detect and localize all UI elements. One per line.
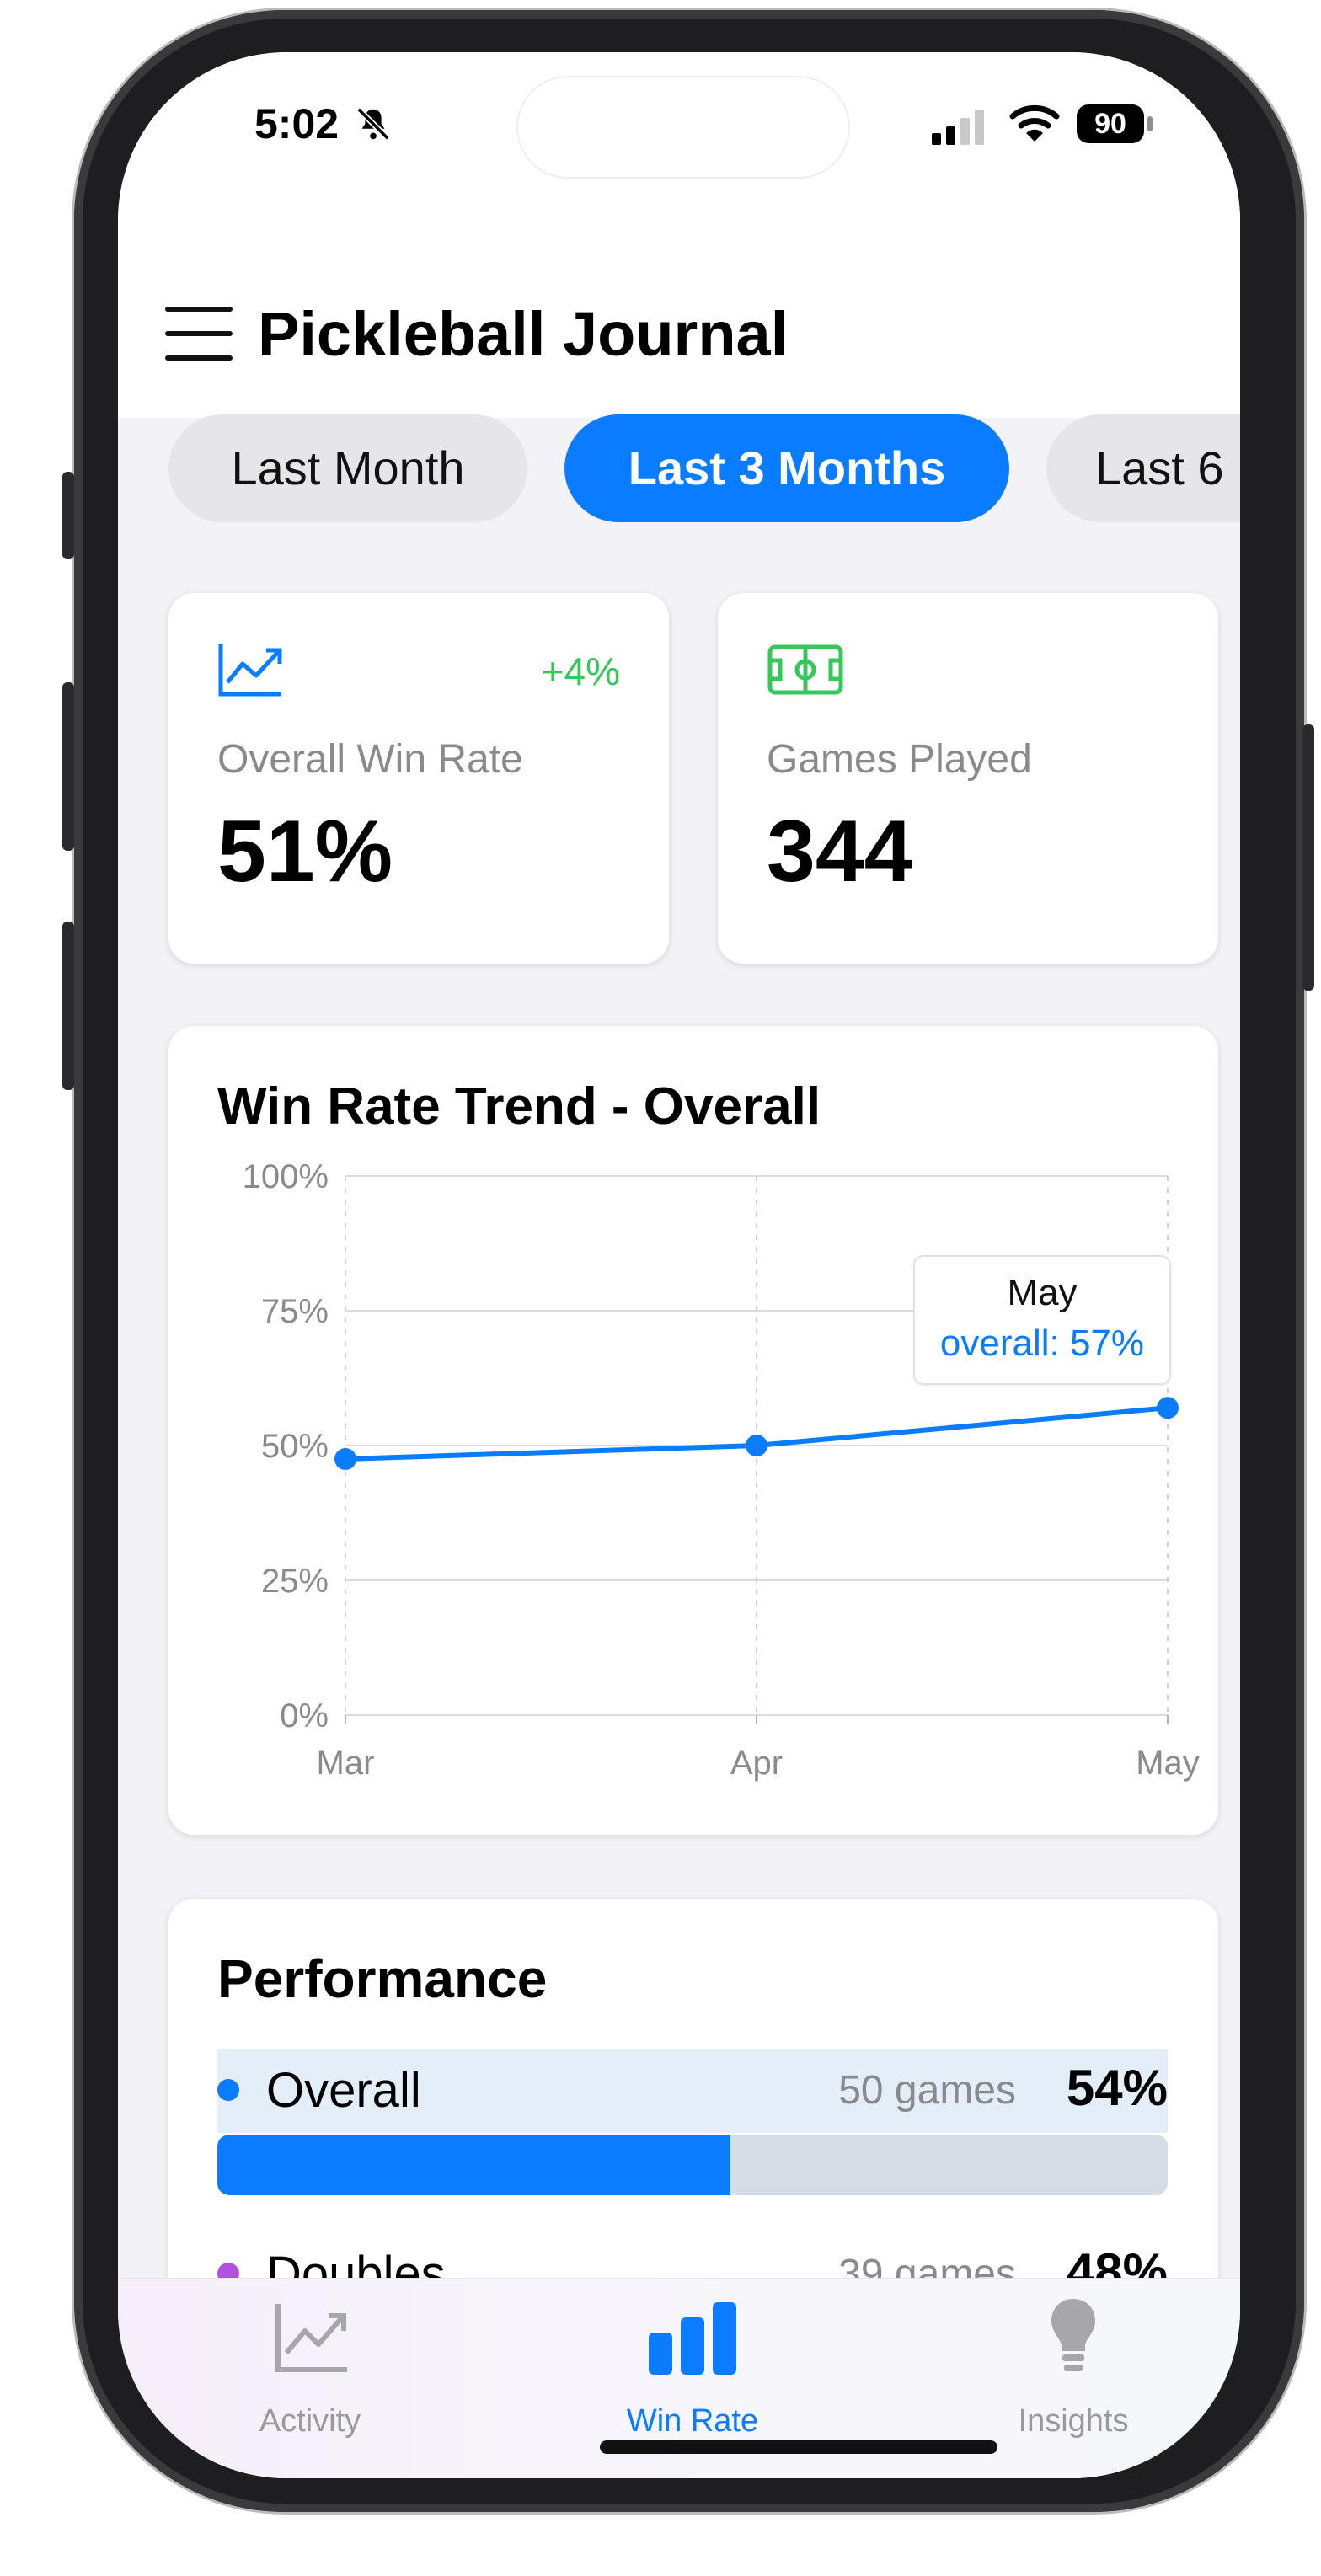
- win-rate-delta: +4%: [541, 649, 620, 693]
- y-tick-label: 50%: [261, 1428, 329, 1465]
- win-rate-value: 51%: [217, 803, 393, 901]
- data-point-apr: [746, 1435, 767, 1456]
- side-button-power: [1302, 724, 1314, 991]
- side-button-volume-up: [62, 682, 74, 851]
- y-tick-label: 25%: [261, 1563, 329, 1600]
- tabbar-activity[interactable]: Activity: [184, 2295, 436, 2464]
- win-rate-line-chart: 0% 25% 50% 75% 100% Mar Apr May: [243, 1158, 1200, 1782]
- battery-cap: [1147, 116, 1153, 131]
- battery-level: 90: [1094, 108, 1126, 140]
- win-rate-label: Overall Win Rate: [217, 737, 523, 782]
- status-bar: 5:02 90: [118, 52, 1240, 221]
- games-played-value: 344: [767, 803, 913, 901]
- signal-icon: [932, 110, 984, 145]
- y-tick-label: 0%: [280, 1697, 329, 1734]
- win-rate-card: +4% Overall Win Rate 51%: [168, 593, 669, 964]
- bell-slash-icon: [356, 107, 390, 141]
- win-rate-trend-card: Win Rate Trend - Overall 0% 25% 50% 75% 100%…: [168, 1026, 1218, 1835]
- tab-last-6-months[interactable]: Last 6 M: [1046, 414, 1240, 522]
- tabbar-insights-label: Insights: [1018, 2403, 1129, 2439]
- y-tick-label: 100%: [243, 1158, 329, 1195]
- screen: 5:02 90 Pickleball Journal Last Month La…: [118, 52, 1240, 2478]
- performance-title: Performance: [217, 1948, 548, 2009]
- overall-dot: [217, 2079, 239, 2101]
- court-icon: [767, 644, 843, 695]
- wifi-icon: [1009, 104, 1060, 142]
- performance-row-overall[interactable]: Overall 50 games 54%: [217, 2049, 1168, 2133]
- time-range-tabs: Last Month Last 3 Months Last 6 M: [118, 414, 1240, 532]
- overall-games: 50 games: [838, 2068, 1016, 2113]
- home-indicator: [600, 2440, 997, 2454]
- tabbar-win-rate[interactable]: Win Rate: [566, 2295, 819, 2464]
- tab-last-6-months-label: Last 6 M: [1095, 441, 1240, 494]
- overall-label: Overall: [266, 2063, 421, 2118]
- y-tick-label: 75%: [261, 1293, 329, 1330]
- hamburger-menu-icon[interactable]: [165, 305, 233, 362]
- games-played-card: Games Played 344: [718, 593, 1218, 964]
- side-button-volume-down: [62, 922, 74, 1090]
- overall-progress-fill: [217, 2135, 731, 2195]
- tab-last-3-months[interactable]: Last 3 Months: [564, 414, 1009, 522]
- x-tick-label: Apr: [730, 1745, 783, 1782]
- battery-icon: 90: [1077, 104, 1144, 143]
- tabbar-win-rate-label: Win Rate: [626, 2403, 759, 2439]
- tooltip-value: overall: 57%: [939, 1323, 1145, 1364]
- tooltip-month: May: [1007, 1272, 1078, 1313]
- data-point-mar: [334, 1448, 356, 1470]
- trend-chart-icon: [218, 644, 282, 697]
- tabbar-insights[interactable]: Insights: [947, 2295, 1200, 2464]
- bottom-tab-bar: Activity Win Rate Insights: [118, 2278, 1240, 2478]
- x-tick-label: May: [1136, 1745, 1200, 1782]
- app-header: Pickleball Journal: [118, 221, 1240, 418]
- dynamic-island: [518, 77, 848, 177]
- overall-pct: 54%: [1066, 2060, 1168, 2116]
- games-played-label: Games Played: [767, 737, 1032, 782]
- status-time: 5:02: [254, 99, 393, 148]
- tab-last-month[interactable]: Last Month: [168, 414, 527, 522]
- chart-tooltip: May overall: 57%: [913, 1255, 1171, 1385]
- overall-progress-bar: [217, 2135, 1168, 2195]
- x-tick-label: Mar: [317, 1745, 375, 1782]
- page-title: Pickleball Journal: [258, 299, 789, 369]
- status-time-text: 5:02: [254, 100, 340, 147]
- data-point-may: [1157, 1397, 1179, 1419]
- bar-chart-icon: [649, 2302, 736, 2375]
- side-button-action: [62, 472, 74, 559]
- activity-chart-icon: [275, 2304, 347, 2372]
- lightbulb-icon: [1051, 2299, 1095, 2371]
- tabbar-activity-label: Activity: [259, 2403, 361, 2439]
